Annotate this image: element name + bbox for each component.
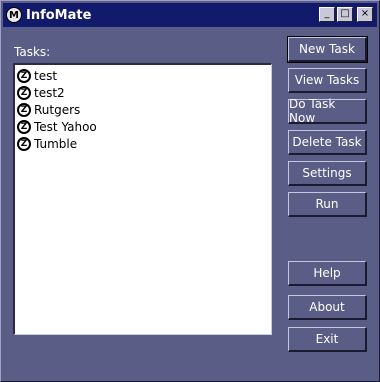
tasks-label: Tasks: [14,45,51,59]
task-label: test [34,68,58,83]
infomate-window: M InfoMate _ □ × Tasks: Z test Z test2 Z… [0,0,380,382]
maximize-button[interactable]: □ [337,7,353,22]
do-task-now-button[interactable]: Do Task Now [288,97,367,125]
task-list[interactable]: Z test Z test2 Z Rutgers Z Test Yahoo Z … [13,63,272,335]
list-item[interactable]: Z Test Yahoo [15,118,271,135]
task-z-icon: Z [17,119,31,134]
run-button[interactable]: Run [288,192,367,217]
minimize-button[interactable]: _ [319,7,335,22]
list-item[interactable]: Z test2 [15,84,271,101]
task-z-icon: Z [17,102,31,117]
about-button[interactable]: About [288,295,367,320]
close-button[interactable]: × [357,7,373,22]
title-bar[interactable]: M InfoMate _ □ × [3,3,377,27]
task-label: Rutgers [34,102,81,117]
task-label: Test Yahoo [34,119,97,134]
task-label: test2 [34,85,65,100]
help-button[interactable]: Help [288,261,367,286]
delete-task-button[interactable]: Delete Task [288,130,367,155]
list-item[interactable]: Z Tumble [15,135,271,152]
list-item[interactable]: Z Rutgers [15,101,271,118]
view-tasks-button[interactable]: View Tasks [288,68,367,93]
settings-button[interactable]: Settings [288,161,367,186]
window-title: InfoMate [26,7,92,23]
app-icon[interactable]: M [6,7,22,23]
title-buttons: _ □ × [319,7,373,22]
task-label: Tumble [34,136,78,151]
task-z-icon: Z [17,85,31,100]
list-item[interactable]: Z test [15,67,271,84]
task-z-icon: Z [17,136,31,151]
task-z-icon: Z [17,68,31,83]
new-task-button[interactable]: New Task [287,36,368,63]
exit-button[interactable]: Exit [288,327,367,352]
